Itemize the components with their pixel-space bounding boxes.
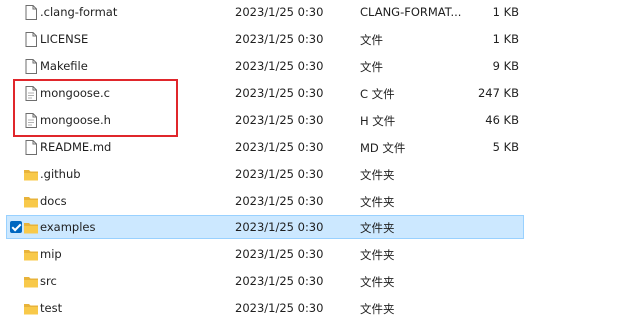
file-name: .clang-format (40, 5, 118, 19)
file-type: 文件夹 (360, 302, 395, 316)
folder-row-examples[interactable]: examples 2023/1/25 0:30 文件夹 (6, 215, 524, 239)
file-modified-date: 2023/1/25 0:30 (235, 140, 324, 154)
file-modified-date: 2023/1/25 0:30 (235, 301, 324, 315)
file-type: 文件夹 (360, 168, 395, 182)
folder-icon (23, 166, 39, 183)
file-row-makefile[interactable]: Makefile 2023/1/25 0:30 文件 9 KB (6, 54, 524, 78)
file-type: 文件夹 (360, 221, 395, 235)
file-name: LICENSE (40, 32, 89, 46)
file-type: MD 文件 (360, 141, 406, 155)
folder-row-mip[interactable]: mip 2023/1/25 0:30 文件夹 (6, 242, 524, 266)
file-type: 文件 (360, 33, 383, 47)
file-icon (23, 58, 39, 75)
file-modified-date: 2023/1/25 0:30 (235, 167, 324, 181)
file-icon (23, 31, 39, 48)
file-size: 46 KB (485, 113, 519, 127)
folder-row-docs[interactable]: docs 2023/1/25 0:30 文件夹 (6, 189, 524, 213)
file-size: 9 KB (492, 59, 519, 73)
folder-row-src[interactable]: src 2023/1/25 0:30 文件夹 (6, 269, 524, 293)
file-row-clang-format[interactable]: .clang-format 2023/1/25 0:30 CLANG-FORMA… (6, 0, 524, 24)
file-row-readme[interactable]: README.md 2023/1/25 0:30 MD 文件 5 KB (6, 135, 524, 159)
file-name: src (40, 274, 57, 288)
file-modified-date: 2023/1/25 0:30 (235, 194, 324, 208)
file-size: 247 KB (477, 86, 519, 100)
file-type: C 文件 (360, 87, 395, 101)
row-select-checkbox[interactable] (10, 221, 22, 233)
file-name: Makefile (40, 59, 88, 73)
file-type: CLANG-FORMAT... (360, 5, 462, 19)
file-name: docs (40, 194, 67, 208)
file-modified-date: 2023/1/25 0:30 (235, 5, 324, 19)
folder-icon (23, 273, 39, 290)
file-modified-date: 2023/1/25 0:30 (235, 247, 324, 261)
file-name: examples (40, 220, 96, 234)
folder-row-github[interactable]: .github 2023/1/25 0:30 文件夹 (6, 162, 524, 186)
file-type: 文件 (360, 60, 383, 74)
folder-icon (23, 193, 39, 210)
file-modified-date: 2023/1/25 0:30 (235, 32, 324, 46)
red-highlight-box (13, 79, 178, 137)
file-size: 1 KB (492, 32, 519, 46)
file-modified-date: 2023/1/25 0:30 (235, 220, 324, 234)
file-icon (23, 139, 39, 156)
file-modified-date: 2023/1/25 0:30 (235, 59, 324, 73)
file-type: H 文件 (360, 114, 396, 128)
file-size: 5 KB (492, 140, 519, 154)
file-modified-date: 2023/1/25 0:30 (235, 113, 324, 127)
file-modified-date: 2023/1/25 0:30 (235, 86, 324, 100)
file-size: 1 KB (492, 5, 519, 19)
file-row-license[interactable]: LICENSE 2023/1/25 0:30 文件 1 KB (6, 27, 524, 51)
file-type: 文件夹 (360, 195, 395, 209)
file-type: 文件夹 (360, 248, 395, 262)
file-name: README.md (40, 140, 112, 154)
file-type: 文件夹 (360, 275, 395, 289)
file-icon (23, 4, 39, 21)
file-list: .clang-format 2023/1/25 0:30 CLANG-FORMA… (0, 0, 640, 331)
file-name: mip (40, 247, 62, 261)
file-modified-date: 2023/1/25 0:30 (235, 274, 324, 288)
file-name: .github (40, 167, 81, 181)
folder-icon (23, 300, 39, 317)
folder-row-test[interactable]: test 2023/1/25 0:30 文件夹 (6, 296, 524, 320)
file-name: test (40, 301, 63, 315)
folder-icon (23, 219, 39, 236)
folder-icon (23, 246, 39, 263)
